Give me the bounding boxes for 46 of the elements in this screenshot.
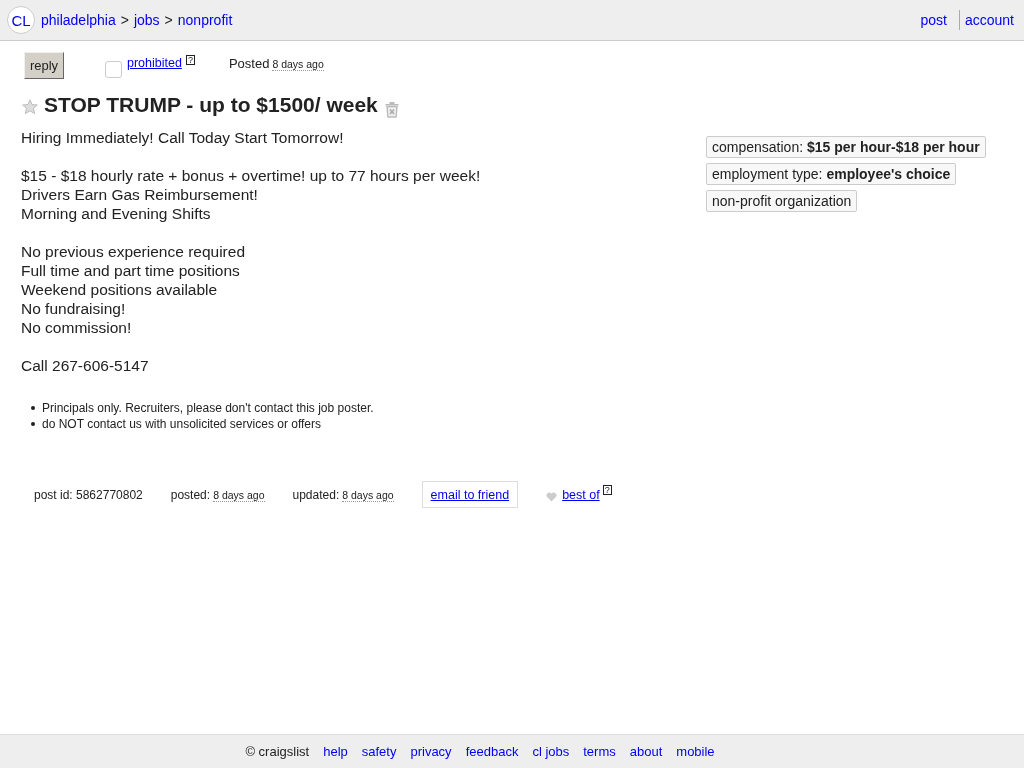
trash-icon[interactable] <box>383 100 400 118</box>
notice-text: do NOT contact us with unsolicited services or offers <box>42 416 321 432</box>
attribute-tag: employment type: employee's choice <box>706 163 957 185</box>
bullet-icon <box>31 406 35 410</box>
footer-link[interactable]: cl jobs <box>532 744 570 759</box>
footer-link[interactable]: feedback <box>465 744 519 759</box>
bullet-icon <box>31 422 35 426</box>
updated-label: updated: <box>292 487 340 502</box>
footer-link[interactable]: safety <box>361 744 397 759</box>
posted-time: 8 days ago <box>272 57 324 71</box>
star-icon[interactable] <box>22 99 38 115</box>
posted-label: posted: <box>170 487 211 502</box>
posted-time: 8 days ago <box>213 488 265 502</box>
best-of-link[interactable]: best of <box>562 487 600 502</box>
footer-link[interactable]: about <box>629 744 663 759</box>
posting-title: STOP TRUMP - up to $1500/ week <box>44 93 378 117</box>
breadcrumb-link[interactable]: philadelphia <box>41 12 116 28</box>
reply-button[interactable]: reply <box>24 51 64 79</box>
breadcrumb-separator: > <box>120 12 129 28</box>
copyright-text: © craigslist <box>245 744 310 759</box>
heart-icon <box>546 492 558 502</box>
body-paragraph: $15 - $18 hourly rate + bonus + overtime! up to 77 hours per week! Drivers Earn Gas Reimbursement! Morning and Evening Shifts <box>21 166 482 223</box>
notice-text: Principals only. Recruiters, please don't contact this job poster. <box>42 400 374 416</box>
footer-link[interactable]: help <box>323 744 348 759</box>
posted-label: Posted <box>228 55 270 71</box>
attribute-tag: non-profit organization <box>706 190 858 212</box>
body-paragraph: Call 267-606-5147 <box>21 356 150 375</box>
footer-link[interactable]: privacy <box>410 744 452 759</box>
footer-link[interactable]: terms <box>583 744 616 759</box>
body-paragraph: No previous experience required Full time and part time positions Weekend positions available No fundraising! No commission! <box>21 242 247 337</box>
help-link[interactable]: ? <box>185 55 195 65</box>
help-link[interactable]: ? <box>602 484 612 495</box>
header-link[interactable]: account <box>964 12 1014 28</box>
post-id-text: post id: 5862770802 <box>34 487 143 502</box>
logo-link[interactable]: CL <box>7 6 35 34</box>
header-link[interactable]: post <box>920 12 947 28</box>
flag-checkbox[interactable] <box>105 60 122 78</box>
prohibited-link[interactable]: prohibited <box>127 56 182 70</box>
body-paragraph: Hiring Immediately! Call Today Start Tomorrow! <box>21 128 345 147</box>
breadcrumb-link[interactable]: nonprofit <box>177 12 233 28</box>
attribute-tag: compensation: $15 per hour-$18 per hour <box>706 136 986 158</box>
breadcrumb-link[interactable]: jobs <box>133 12 160 28</box>
email-to-friend-button[interactable]: email to friend <box>421 481 519 508</box>
updated-time: 8 days ago <box>342 488 394 502</box>
footer-link[interactable]: mobile <box>676 744 715 759</box>
breadcrumb-separator: > <box>164 12 173 28</box>
